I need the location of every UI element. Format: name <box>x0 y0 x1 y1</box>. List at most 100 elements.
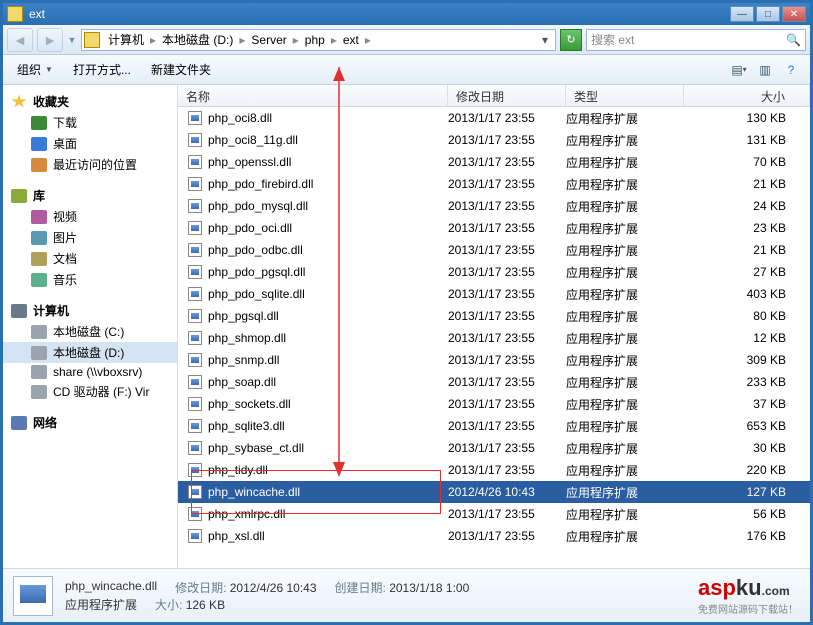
new-folder-button[interactable]: 新建文件夹 <box>145 59 217 80</box>
recent-icon <box>31 158 47 172</box>
search-input[interactable]: 搜索 ext 🔍 <box>586 29 806 51</box>
file-row[interactable]: php_pdo_pgsql.dll2013/1/17 23:55应用程序扩展27… <box>178 261 810 283</box>
file-name: php_sybase_ct.dll <box>208 441 304 455</box>
chevron-right-icon: ▸ <box>291 33 301 47</box>
dll-file-icon <box>188 133 202 147</box>
file-row[interactable]: php_oci8.dll2013/1/17 23:55应用程序扩展130 KB <box>178 107 810 129</box>
file-row[interactable]: php_xsl.dll2013/1/17 23:55应用程序扩展176 KB <box>178 525 810 547</box>
command-toolbar: 组织▼ 打开方式... 新建文件夹 ▤▾ ▥ ? <box>3 55 810 85</box>
file-date: 2013/1/17 23:55 <box>448 155 566 169</box>
file-date: 2013/1/17 23:55 <box>448 441 566 455</box>
file-type: 应用程序扩展 <box>566 308 684 325</box>
tree-network[interactable]: 网络 <box>3 412 177 433</box>
file-row[interactable]: php_openssl.dll2013/1/17 23:55应用程序扩展70 K… <box>178 151 810 173</box>
file-row[interactable]: php_shmop.dll2013/1/17 23:55应用程序扩展12 KB <box>178 327 810 349</box>
details-filetype: 应用程序扩展 <box>65 596 137 613</box>
tree-libraries[interactable]: 库 <box>3 185 177 206</box>
file-list[interactable]: php_oci8.dll2013/1/17 23:55应用程序扩展130 KBp… <box>178 107 810 568</box>
file-type: 应用程序扩展 <box>566 374 684 391</box>
file-type: 应用程序扩展 <box>566 220 684 237</box>
tree-item-music[interactable]: 音乐 <box>3 269 177 290</box>
file-row[interactable]: php_soap.dll2013/1/17 23:55应用程序扩展233 KB <box>178 371 810 393</box>
file-size: 27 KB <box>684 265 810 279</box>
file-name: php_pdo_mysql.dll <box>208 199 308 213</box>
file-row[interactable]: php_sqlite3.dll2013/1/17 23:55应用程序扩展653 … <box>178 415 810 437</box>
dll-file-icon <box>188 243 202 257</box>
file-size: 70 KB <box>684 155 810 169</box>
organize-menu[interactable]: 组织▼ <box>11 59 59 80</box>
col-header-name[interactable]: 名称 <box>178 85 448 106</box>
breadcrumb-part[interactable]: 本地磁盘 (D:) <box>158 33 237 47</box>
file-date: 2013/1/17 23:55 <box>448 177 566 191</box>
file-row[interactable]: php_pdo_firebird.dll2013/1/17 23:55应用程序扩… <box>178 173 810 195</box>
breadcrumb-part[interactable]: Server <box>247 33 290 47</box>
chevron-down-icon: ▼ <box>45 65 53 74</box>
file-row[interactable]: php_oci8_11g.dll2013/1/17 23:55应用程序扩展131… <box>178 129 810 151</box>
search-icon: 🔍 <box>786 33 801 47</box>
file-row[interactable]: php_sybase_ct.dll2013/1/17 23:55应用程序扩展30… <box>178 437 810 459</box>
tree-item-drive-c[interactable]: 本地磁盘 (C:) <box>3 321 177 342</box>
file-size: 130 KB <box>684 111 810 125</box>
dll-file-icon <box>188 529 202 543</box>
address-dropdown-icon[interactable]: ▾ <box>537 33 553 47</box>
chevron-right-icon: ▸ <box>148 33 158 47</box>
col-header-size[interactable]: 大小 <box>684 85 810 106</box>
file-row[interactable]: php_tidy.dll2013/1/17 23:55应用程序扩展220 KB <box>178 459 810 481</box>
tree-item-share[interactable]: share (\\vboxsrv) <box>3 363 177 381</box>
tree-item-downloads[interactable]: 下载 <box>3 112 177 133</box>
breadcrumb[interactable]: 计算机▸本地磁盘 (D:)▸Server▸php▸ext▸ <box>104 31 373 48</box>
help-button[interactable]: ? <box>780 60 802 80</box>
dll-file-icon <box>188 177 202 191</box>
file-row[interactable]: php_snmp.dll2013/1/17 23:55应用程序扩展309 KB <box>178 349 810 371</box>
tree-item-cdrom[interactable]: CD 驱动器 (F:) Vir <box>3 381 177 402</box>
file-type: 应用程序扩展 <box>566 110 684 127</box>
file-row[interactable]: php_pdo_odbc.dll2013/1/17 23:55应用程序扩展21 … <box>178 239 810 261</box>
dll-file-icon <box>188 463 202 477</box>
address-bar[interactable]: 计算机▸本地磁盘 (D:)▸Server▸php▸ext▸ ▾ <box>81 29 556 51</box>
breadcrumb-part[interactable]: 计算机 <box>104 33 148 47</box>
tree-favorites[interactable]: 收藏夹 <box>3 91 177 112</box>
tree-item-recent[interactable]: 最近访问的位置 <box>3 154 177 175</box>
file-size: 233 KB <box>684 375 810 389</box>
tree-item-videos[interactable]: 视频 <box>3 206 177 227</box>
file-date: 2013/1/17 23:55 <box>448 111 566 125</box>
file-row[interactable]: php_pdo_oci.dll2013/1/17 23:55应用程序扩展23 K… <box>178 217 810 239</box>
close-button[interactable]: ✕ <box>782 6 806 22</box>
file-row[interactable]: php_pgsql.dll2013/1/17 23:55应用程序扩展80 KB <box>178 305 810 327</box>
file-name: php_sockets.dll <box>208 397 291 411</box>
forward-button[interactable]: ► <box>37 28 63 52</box>
tree-item-desktop[interactable]: 桌面 <box>3 133 177 154</box>
breadcrumb-part[interactable]: php <box>301 33 329 47</box>
back-button[interactable]: ◄ <box>7 28 33 52</box>
content-area: 收藏夹 下载 桌面 最近访问的位置 库 视频 图片 文档 音乐 计算机 本地磁盘… <box>3 85 810 568</box>
file-row[interactable]: php_xmlrpc.dll2013/1/17 23:55应用程序扩展56 KB <box>178 503 810 525</box>
dll-file-icon <box>188 111 202 125</box>
col-header-type[interactable]: 类型 <box>566 85 684 106</box>
tree-item-pictures[interactable]: 图片 <box>3 227 177 248</box>
open-with-button[interactable]: 打开方式... <box>67 59 137 80</box>
tree-item-drive-d[interactable]: 本地磁盘 (D:) <box>3 342 177 363</box>
file-row[interactable]: php_wincache.dll2012/4/26 10:43应用程序扩展127… <box>178 481 810 503</box>
file-row[interactable]: php_sockets.dll2013/1/17 23:55应用程序扩展37 K… <box>178 393 810 415</box>
file-row[interactable]: php_pdo_mysql.dll2013/1/17 23:55应用程序扩展24… <box>178 195 810 217</box>
nav-tree[interactable]: 收藏夹 下载 桌面 最近访问的位置 库 视频 图片 文档 音乐 计算机 本地磁盘… <box>3 85 178 568</box>
view-options-button[interactable]: ▤▾ <box>728 60 750 80</box>
minimize-button[interactable]: — <box>730 6 754 22</box>
refresh-button[interactable]: ↻ <box>560 29 582 51</box>
breadcrumb-part[interactable]: ext <box>339 33 363 47</box>
file-date: 2013/1/17 23:55 <box>448 265 566 279</box>
maximize-button[interactable]: □ <box>756 6 780 22</box>
file-date: 2013/1/17 23:55 <box>448 221 566 235</box>
star-icon <box>11 95 27 109</box>
desktop-icon <box>31 137 47 151</box>
tree-computer[interactable]: 计算机 <box>3 300 177 321</box>
cdrom-icon <box>31 385 47 399</box>
file-row[interactable]: php_pdo_sqlite.dll2013/1/17 23:55应用程序扩展4… <box>178 283 810 305</box>
preview-pane-button[interactable]: ▥ <box>754 60 776 80</box>
file-name: php_snmp.dll <box>208 353 279 367</box>
file-date: 2013/1/17 23:55 <box>448 353 566 367</box>
file-type: 应用程序扩展 <box>566 418 684 435</box>
col-header-date[interactable]: 修改日期 <box>448 85 566 106</box>
history-dropdown-icon[interactable]: ▼ <box>67 35 77 45</box>
tree-item-documents[interactable]: 文档 <box>3 248 177 269</box>
